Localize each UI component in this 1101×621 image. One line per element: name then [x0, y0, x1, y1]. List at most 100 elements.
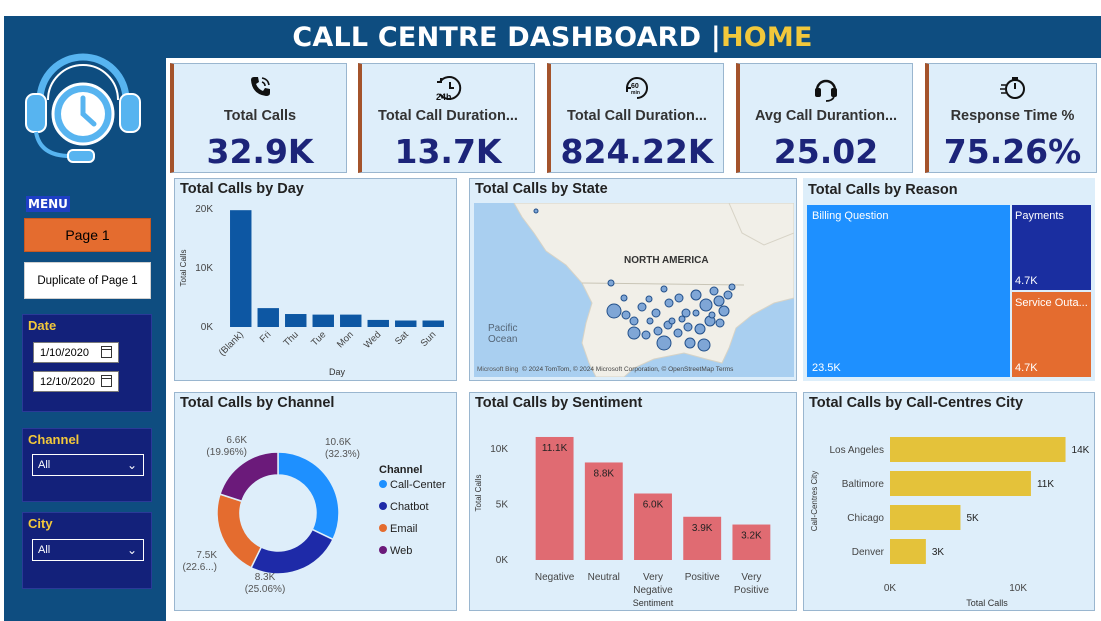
x-axis-label: Sentiment: [633, 598, 674, 608]
map-bubble[interactable]: [690, 289, 702, 301]
map-bubble[interactable]: [645, 295, 653, 303]
calendar-icon[interactable]: [101, 346, 112, 358]
map-bubble[interactable]: [673, 328, 683, 338]
bar[interactable]: [535, 436, 574, 560]
map-bubble[interactable]: [620, 294, 628, 302]
treemap-billing-question[interactable]: Billing Question 23.5K: [807, 205, 1010, 377]
map-bubble[interactable]: [629, 316, 639, 326]
map-bubble[interactable]: [678, 315, 686, 323]
start-date-input[interactable]: 1/10/2020: [33, 342, 119, 363]
panel-calls-by-city[interactable]: Total Calls by Call-Centres City Los Ang…: [803, 392, 1095, 611]
channel-select[interactable]: All ⌄: [32, 454, 144, 476]
bar[interactable]: [257, 308, 279, 327]
map-bubble[interactable]: [692, 309, 700, 317]
x-tick-label: 10K: [1009, 583, 1027, 594]
kpi-label: Response Time %: [950, 108, 1075, 124]
map-bubble[interactable]: [708, 311, 716, 319]
kpi-value: 824.22K: [560, 132, 714, 171]
map-bubble[interactable]: [723, 290, 733, 300]
legend-label[interactable]: Email: [390, 523, 418, 535]
map-bubble[interactable]: [684, 337, 696, 349]
map-bubble[interactable]: [606, 303, 622, 319]
y-tick-label: Denver: [852, 547, 885, 558]
map-bubble[interactable]: [683, 322, 693, 332]
treemap-label: Service Outa...: [1015, 297, 1088, 309]
treemap-value: 4.7K: [1015, 362, 1038, 374]
slice-percent-label: (19.96%): [206, 447, 247, 458]
map-bubble[interactable]: [718, 305, 730, 317]
map-label-pacific-ocean: Pacific Ocean: [488, 323, 517, 345]
state-bubble-map[interactable]: NORTH AMERICA Pacific Ocean Microsoft Bin…: [474, 203, 794, 377]
panel-calls-by-channel[interactable]: Total Calls by Channel 10.6K (32.3%) 8.3K(…: [174, 392, 457, 611]
x-tick-label: 0K: [884, 583, 897, 594]
city-select-value: All: [38, 544, 51, 556]
sentiment-bar-chart[interactable]: 0K 5K 10K 11.1K Negative 8.8K Neutral 6.0K Very N…: [470, 393, 798, 612]
chart-title: Total Calls by Reason: [808, 182, 958, 198]
map-bubble[interactable]: [646, 317, 654, 325]
bar[interactable]: [890, 471, 1031, 496]
map-bubble[interactable]: [709, 286, 719, 296]
donut-slice[interactable]: [219, 451, 279, 503]
chevron-down-icon[interactable]: ⌄: [127, 458, 137, 472]
panel-calls-by-reason[interactable]: Total Calls by Reason Billing Question 2…: [803, 178, 1095, 381]
panel-calls-by-sentiment[interactable]: Total Calls by Sentiment 0K 5K 10K 11.1K Neg…: [469, 392, 797, 611]
map-bubble[interactable]: [699, 298, 713, 312]
map-bubble[interactable]: [674, 293, 684, 303]
legend-label[interactable]: Web: [390, 545, 412, 557]
map-bubble[interactable]: [533, 208, 539, 214]
day-bar-chart[interactable]: 0K 10K 20K (Blank) Fri Thu Tue Mon Wed Sat Sun Day T…: [175, 179, 458, 382]
legend-label[interactable]: Chatbot: [390, 501, 429, 513]
treemap-service-outage[interactable]: Service Outa... 4.7K: [1012, 292, 1091, 377]
map-bubble[interactable]: [641, 330, 651, 340]
bar[interactable]: [395, 320, 417, 327]
map-attribution: © 2024 TomTom, © 2024 Microsoft Corporat…: [522, 365, 734, 373]
map-bubble[interactable]: [637, 302, 647, 312]
map-bubble[interactable]: [715, 318, 725, 328]
bar[interactable]: [367, 319, 389, 327]
y-tick-label: Los Angeles: [830, 445, 885, 456]
map-bubble[interactable]: [621, 310, 631, 320]
map-bubble[interactable]: [668, 317, 676, 325]
city-bar-chart[interactable]: Los Angeles 14K Baltimore 11K Chicago 5K Denve…: [804, 393, 1096, 612]
x-axis-label: Day: [329, 367, 346, 377]
donut-slice[interactable]: [250, 528, 334, 575]
bar[interactable]: [230, 210, 252, 327]
y-axis-label: Call-Centres City: [810, 471, 819, 531]
bar[interactable]: [890, 539, 926, 564]
treemap-payments[interactable]: Payments 4.7K: [1012, 205, 1091, 290]
bar[interactable]: [890, 437, 1066, 462]
map-bubble[interactable]: [651, 308, 661, 318]
map-bubble[interactable]: [656, 335, 672, 351]
map-bubble[interactable]: [713, 295, 725, 307]
map-bubble[interactable]: [664, 298, 674, 308]
legend-label[interactable]: Call-Center: [390, 479, 446, 491]
bar[interactable]: [422, 320, 444, 327]
menu-label: MENU: [26, 196, 70, 212]
bar[interactable]: [890, 505, 961, 530]
donut-slice[interactable]: [216, 493, 263, 569]
x-tick-label: Very: [741, 572, 761, 583]
map-bubble[interactable]: [607, 279, 615, 287]
map-bubble[interactable]: [627, 326, 641, 340]
channel-donut-chart[interactable]: 10.6K(32.3%) 8.3K(25.06%) 7.5K(22.6...) 6.6…: [175, 393, 458, 612]
map-bubble[interactable]: [728, 283, 736, 291]
map-bubble[interactable]: [697, 338, 711, 352]
bar[interactable]: [285, 314, 307, 327]
panel-calls-by-day[interactable]: Total Calls by Day 0K 10K 20K (Blank) Fri Thu…: [174, 178, 457, 381]
end-date-input[interactable]: 12/10/2020: [33, 371, 119, 392]
city-select[interactable]: All ⌄: [32, 539, 144, 561]
kpi-total-call-duration-hours: 24h Total Call Duration... 13.7K: [358, 63, 535, 173]
bar[interactable]: [340, 314, 362, 327]
y-tick-label: 10K: [195, 263, 213, 274]
map-bubble[interactable]: [660, 285, 668, 293]
duplicate-page-button[interactable]: Duplicate of Page 1: [24, 262, 151, 299]
page-1-button[interactable]: Page 1: [24, 218, 151, 252]
bar[interactable]: [312, 314, 334, 327]
calendar-icon[interactable]: [101, 375, 112, 387]
map-bubble[interactable]: [653, 326, 663, 336]
panel-calls-by-state[interactable]: Total Calls by State NORTH AMERICA Pacif…: [469, 178, 797, 381]
map-bubble[interactable]: [694, 323, 706, 335]
chevron-down-icon[interactable]: ⌄: [127, 543, 137, 557]
donut-slice[interactable]: [277, 451, 340, 541]
kpi-value: 75.26%: [943, 132, 1082, 171]
